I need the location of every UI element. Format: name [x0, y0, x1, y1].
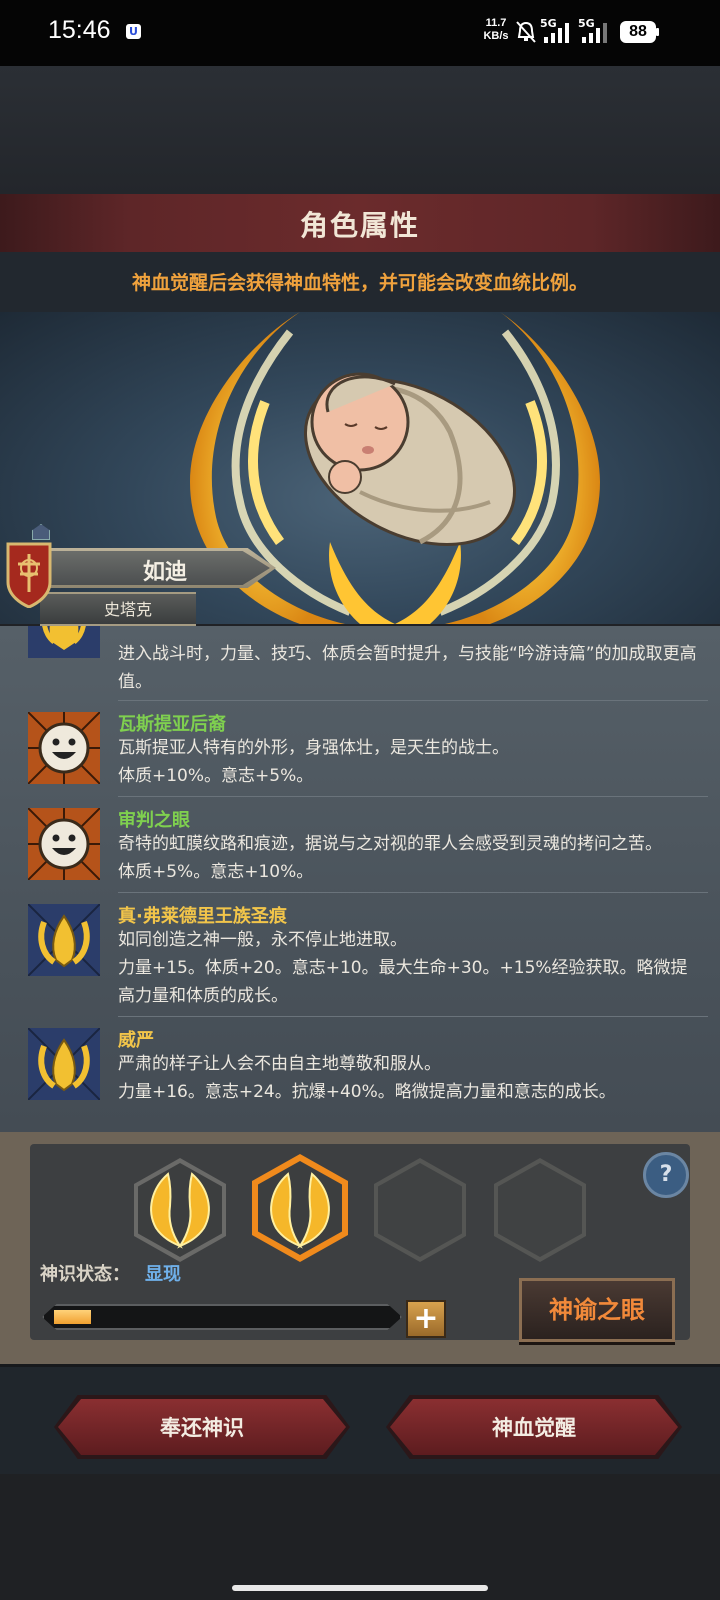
mute-bell-icon: [516, 21, 536, 43]
page-title: 角色属性: [299, 209, 420, 242]
trait-stats: 力量+15。体质+20。意志+10。最大生命+30。+15%经验获取。略微提高力…: [118, 958, 688, 1006]
subtitle-band: 神血觉醒后会获得神血特性，并可能会改变血统比例。: [0, 252, 720, 312]
battery-icon: [656, 28, 659, 36]
trait-name: 威严: [118, 1030, 154, 1051]
golden-crest-icon: [28, 904, 100, 976]
cell-signal-2: 5G: [578, 17, 612, 45]
trait-name: 瓦斯提亚后裔: [118, 714, 226, 735]
trait-name: 真·弗莱德里王族圣痕: [118, 906, 287, 927]
trait-description: 奇特的虹膜纹路和痕迹，据说与之对视的罪人会感受到灵魂的拷问之苦。: [118, 834, 662, 854]
golden-wings-icon: [270, 1172, 330, 1249]
character-nameplate: 如迪 史塔克: [0, 524, 290, 630]
help-button[interactable]: ?: [643, 1152, 689, 1198]
battery-level: 88: [620, 21, 656, 43]
trait-description: 瓦斯提亚人特有的外形，身强体壮，是天生的战士。: [118, 738, 509, 758]
status-time: 15:46: [48, 16, 111, 44]
smiling-face-icon: [28, 712, 100, 784]
golden-crest-icon: [28, 626, 100, 658]
trait-stats: 体质+5%。意志+10%。: [118, 862, 314, 882]
network-speed: 11.7 KB/s: [478, 17, 514, 43]
trait-list[interactable]: 进入战斗时，力量、技巧、体质会暂时提升，与技能“吟游诗篇”的加成取更高值。 瓦斯…: [0, 626, 720, 1132]
divine-state-label: 神识状态：: [40, 1264, 130, 1285]
house-shield-icon: [6, 542, 52, 608]
trait-stats: 力量+16。意志+24。抗爆+40%。略微提高力量和意志的成长。: [118, 1082, 616, 1102]
awakening-hint: 神血觉醒后会获得神血特性，并可能会改变血统比例。: [131, 272, 588, 294]
title-banner: 角色属性: [0, 194, 720, 254]
add-button[interactable]: +: [406, 1300, 446, 1338]
cell-signal-1: 5G: [540, 17, 572, 45]
divine-blood-awaken-button[interactable]: 神血觉醒: [390, 1399, 678, 1455]
app-notification-icon: U: [126, 24, 141, 39]
character-house: 史塔克: [103, 600, 152, 619]
home-indicator[interactable]: [232, 1585, 488, 1591]
trait-stats: 体质+10%。意志+5%。: [118, 766, 314, 786]
oracle-eye-button[interactable]: 神谕之眼: [519, 1278, 675, 1342]
swaddled-baby: [303, 372, 517, 546]
bottom-backdrop: [0, 1474, 720, 1600]
trait-description: 严肃的样子让人会不由自主地尊敬和服从。: [118, 1054, 441, 1074]
trait-description: 如同创造之神一般，永不停止地进取。: [118, 930, 407, 950]
divine-progress-fill: [54, 1310, 91, 1324]
golden-wings-icon: [150, 1172, 210, 1249]
divine-sense-panel: ? 神识状态： 显现 + 神谕之眼: [0, 1132, 720, 1364]
signal-bars-icon: [582, 23, 607, 43]
divider: [118, 1016, 708, 1017]
top-backdrop: [0, 66, 720, 194]
character-name: 如迪: [142, 560, 187, 585]
divine-state-value: 显现: [145, 1264, 181, 1285]
status-bar: 15:46 U 11.7 KB/s 5G 5G 88: [0, 0, 720, 66]
divine-progress-bar: [42, 1304, 402, 1330]
divider: [118, 700, 708, 701]
divider: [118, 796, 708, 797]
return-divine-sense-button[interactable]: 奉还神识: [58, 1399, 346, 1455]
golden-crest-icon: [28, 1028, 100, 1100]
divider: [118, 892, 708, 893]
smiling-face-icon: [28, 808, 100, 880]
network-speed-value: 11.7: [485, 17, 507, 29]
network-speed-unit: KB/s: [483, 30, 509, 42]
trait-name: 审判之眼: [118, 810, 190, 831]
signal-bars-icon: [544, 23, 569, 43]
action-bar: 奉还神识 神血觉醒: [0, 1364, 720, 1477]
trait-description: 进入战斗时，力量、技巧、体质会暂时提升，与技能“吟游诗篇”的加成取更高值。: [118, 644, 697, 692]
